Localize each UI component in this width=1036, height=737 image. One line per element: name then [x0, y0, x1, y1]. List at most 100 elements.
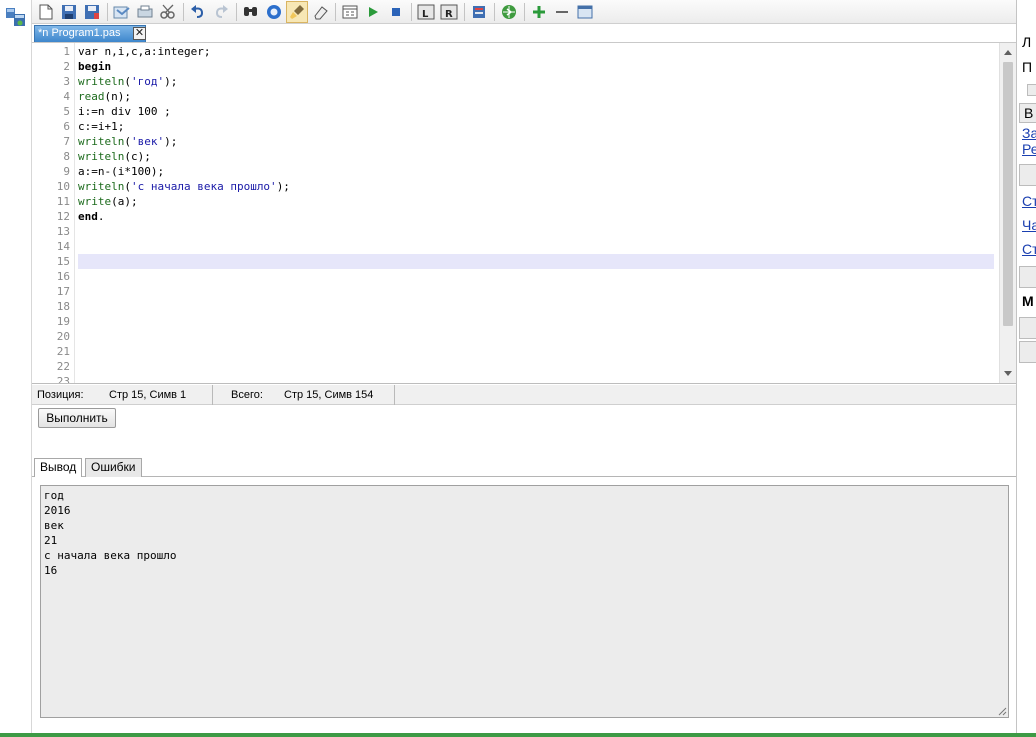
line-number: 23: [56, 375, 70, 384]
line-number: 7: [63, 135, 70, 148]
toolbar-separator: [464, 2, 465, 21]
tab-errors[interactable]: Ошибки: [85, 458, 142, 477]
right-panel-section: [1019, 341, 1036, 363]
right-panel-link[interactable]: Ча: [1022, 217, 1036, 233]
line-number: 8: [63, 150, 70, 163]
code-line: writeln(c);: [78, 150, 151, 163]
line-number: 17: [56, 285, 70, 298]
toolbar-separator: [411, 2, 412, 21]
bottom-accent-bar: [0, 733, 1036, 737]
stop-icon[interactable]: [385, 1, 407, 23]
line-number: 4: [63, 90, 70, 103]
right-panel-section: [1019, 164, 1036, 186]
run-button[interactable]: Выполнить: [38, 408, 116, 428]
line-number: 6: [63, 120, 70, 133]
right-panel-bold-text: М: [1022, 293, 1034, 309]
code-line: write(a);: [78, 195, 138, 208]
right-panel-link[interactable]: За: [1022, 125, 1036, 141]
tab-output[interactable]: Вывод: [34, 458, 83, 478]
toolbar-separator: [183, 2, 184, 21]
code-line: read(n);: [78, 90, 131, 103]
code-editor[interactable]: 1 2 3 4 5 6 7 8 9 10 11 12 13 14 15 16 17 18 19 20 21 22 23 va…: [32, 43, 1016, 384]
right-panel-text: Л: [1022, 34, 1032, 50]
right-panel-link[interactable]: Ре: [1022, 141, 1036, 157]
toolbar-separator: [524, 2, 525, 21]
code-line: i:=n div 100 ;: [78, 105, 171, 118]
line-number-gutter: 1 2 3 4 5 6 7 8 9 10 11 12 13 14 15 16 17 18 19 20 21 22 23: [32, 43, 75, 383]
scroll-up-icon[interactable]: [1004, 50, 1012, 55]
current-line-highlight: [78, 254, 994, 269]
line-number: 9: [63, 165, 70, 178]
right-panel-checkbox[interactable]: [1027, 84, 1036, 96]
save-all-icon[interactable]: [111, 1, 133, 23]
code-line: writeln('с начала века прошло');: [78, 180, 290, 193]
find-icon[interactable]: [240, 1, 262, 23]
code-area[interactable]: var n,i,c,a:integer; begin writeln('год');…: [78, 43, 996, 383]
scroll-down-icon[interactable]: [1004, 371, 1012, 376]
open-file-icon[interactable]: [58, 1, 80, 23]
browse-globe-icon[interactable]: [498, 1, 520, 23]
compile-icon[interactable]: [468, 1, 490, 23]
remove-icon[interactable]: [551, 1, 573, 23]
tab-program1[interactable]: *n Program1.pas ✕: [34, 25, 146, 42]
undo-icon[interactable]: [187, 1, 209, 23]
status-bar: Позиция: Стр 15, Симв 1 Всего: Стр 15, С…: [32, 385, 1016, 405]
status-total: Всего: Стр 15, Симв 154: [213, 385, 395, 405]
cut-icon[interactable]: [157, 1, 179, 23]
right-panel-button[interactable]: В: [1019, 103, 1036, 123]
total-value: Стр 15, Симв 154: [284, 389, 374, 401]
run-area: Выполнить: [32, 406, 1016, 456]
line-number: 11: [56, 195, 70, 208]
line-number: 16: [56, 270, 70, 283]
step-over-icon[interactable]: R: [438, 1, 460, 23]
line-number: 5: [63, 105, 70, 118]
add-icon[interactable]: [528, 1, 550, 23]
right-panel-section: [1019, 317, 1036, 339]
output-panel: год 2016 век 21 с начала века прошло 16: [32, 477, 1016, 733]
format-brush-icon[interactable]: [286, 0, 308, 23]
output-textarea[interactable]: год 2016 век 21 с начала века прошло 16: [40, 485, 1009, 718]
debug-icon[interactable]: [339, 1, 361, 23]
replace-icon[interactable]: [263, 1, 285, 23]
left-strip: [0, 0, 32, 737]
editor-vertical-scrollbar[interactable]: [999, 43, 1016, 383]
print-icon[interactable]: [134, 1, 156, 23]
output-tabs: Вывод Ошибки: [32, 456, 1016, 478]
code-line: writeln('век');: [78, 135, 178, 148]
toolbar-separator: [335, 2, 336, 21]
total-label: Всего:: [231, 389, 263, 401]
step-into-icon[interactable]: L: [415, 1, 437, 23]
output-line: 2016: [44, 504, 71, 517]
save-icon[interactable]: [81, 1, 103, 23]
code-line: end.: [78, 210, 105, 223]
position-value: Стр 15, Симв 1: [109, 389, 187, 401]
code-line: var n,i,c,a:integer;: [78, 45, 211, 58]
line-number: 15: [56, 255, 70, 268]
line-number: 3: [63, 75, 70, 88]
right-panel-link[interactable]: Ст: [1022, 241, 1036, 257]
redo-icon[interactable]: [210, 1, 232, 23]
tab-title: *n Program1.pas: [38, 27, 121, 39]
line-number: 1: [63, 45, 70, 58]
toolbar: L R: [32, 0, 1016, 24]
run-icon[interactable]: [362, 1, 384, 23]
svg-text:R: R: [445, 9, 453, 20]
line-number: 12: [56, 210, 70, 223]
code-line: writeln('год');: [78, 75, 178, 88]
resize-grip-icon[interactable]: [998, 707, 1007, 716]
new-file-icon[interactable]: [35, 1, 57, 23]
scrollbar-thumb[interactable]: [1003, 62, 1013, 326]
clear-icon[interactable]: [309, 1, 331, 23]
line-number: 10: [56, 180, 70, 193]
svg-text:L: L: [422, 9, 429, 20]
line-number: 13: [56, 225, 70, 238]
close-icon[interactable]: ✕: [133, 27, 146, 40]
output-line: 16: [44, 564, 58, 577]
line-number: 2: [63, 60, 70, 73]
editor-tab-bar: *n Program1.pas ✕: [32, 24, 1016, 43]
app-logo-icon[interactable]: [4, 5, 28, 29]
right-panel-link[interactable]: Ст: [1022, 193, 1036, 209]
line-number: 21: [56, 345, 70, 358]
window-icon[interactable]: [574, 1, 596, 23]
output-line: 21: [44, 534, 58, 547]
